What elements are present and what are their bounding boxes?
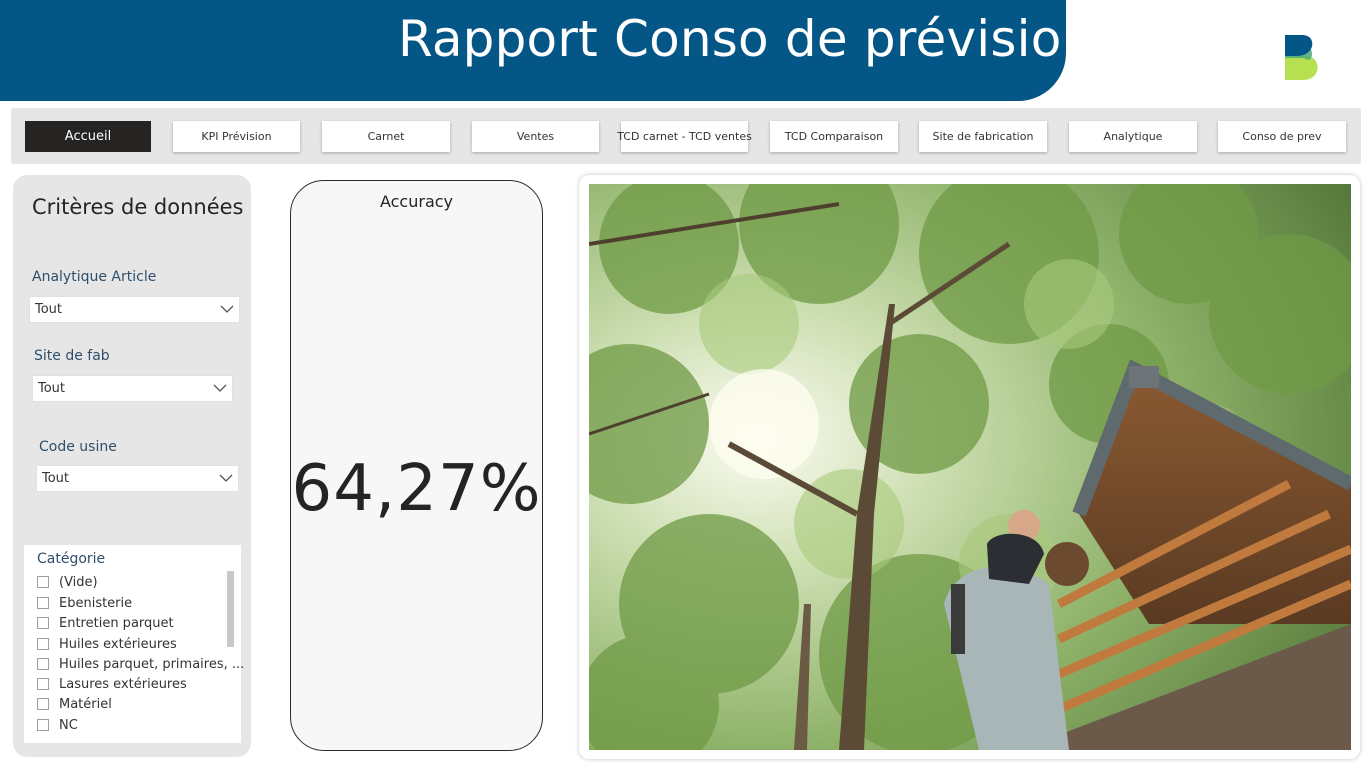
categorie-option[interactable]: Matériel	[37, 695, 112, 713]
categorie-option-label: NC	[59, 717, 78, 733]
code-usine-dropdown[interactable]: Tout	[36, 465, 239, 492]
site-fab-dropdown[interactable]: Tout	[32, 375, 233, 402]
code-usine-value: Tout	[42, 471, 70, 486]
categorie-option-label: (Vide)	[59, 574, 98, 590]
page-title: Rapport Conso de prévision	[398, 10, 1094, 68]
nav-button-accueil[interactable]: Accueil	[25, 121, 151, 152]
categorie-label: Catégorie	[37, 551, 106, 567]
checkbox-icon	[37, 576, 49, 588]
categorie-option[interactable]: Entretien parquet	[37, 614, 174, 632]
code-usine-label: Code usine	[39, 439, 117, 455]
categorie-scrollbar[interactable]	[227, 571, 234, 647]
checkbox-icon	[37, 638, 49, 650]
brand-logo-icon	[1285, 35, 1318, 80]
categorie-option[interactable]: (Vide)	[37, 573, 98, 591]
treehouse-photo	[589, 184, 1351, 750]
nav-button-ventes[interactable]: Ventes	[472, 121, 599, 152]
categorie-option[interactable]: Huiles extérieures	[37, 635, 177, 653]
accuracy-value: 64,27%	[291, 452, 542, 526]
analytique-article-label: Analytique Article	[32, 269, 157, 285]
chevron-down-icon	[213, 384, 227, 392]
nav-button-tcd-carnet-ventes[interactable]: TCD carnet - TCD ventes	[617, 121, 752, 152]
checkbox-icon	[37, 658, 49, 670]
nav-button-analytique[interactable]: Analytique	[1069, 121, 1197, 152]
categorie-option[interactable]: Huiles parquet, primaires, ...	[37, 655, 244, 673]
categorie-option-label: Lasures extérieures	[59, 676, 187, 692]
checkbox-icon	[37, 678, 49, 690]
categorie-option-label: Entretien parquet	[59, 615, 174, 631]
site-fab-value: Tout	[38, 381, 66, 396]
nav-button-site-fabrication[interactable]: Site de fabrication	[919, 121, 1047, 152]
chevron-down-icon	[219, 474, 233, 482]
categorie-option-label: Huiles extérieures	[59, 636, 177, 652]
categorie-option-label: Huiles parquet, primaires, ...	[59, 656, 245, 672]
categorie-option-label: Ebenisterie	[59, 595, 133, 611]
analytique-article-value: Tout	[35, 302, 63, 317]
accuracy-label: Accuracy	[379, 192, 454, 211]
nav-button-kpi-prevision[interactable]: KPI Prévision	[173, 121, 300, 152]
categorie-option[interactable]: NC	[37, 716, 78, 734]
categorie-option[interactable]: Lasures extérieures	[37, 675, 187, 693]
analytique-article-dropdown[interactable]: Tout	[29, 296, 240, 323]
chevron-down-icon	[220, 305, 234, 313]
checkbox-icon	[37, 719, 49, 731]
site-fab-label: Site de fab	[34, 348, 110, 364]
filter-pane-title: Critères de données	[32, 195, 244, 219]
nav-button-tcd-comparaison[interactable]: TCD Comparaison	[770, 121, 898, 152]
checkbox-icon	[37, 698, 49, 710]
categorie-option-label: Matériel	[59, 696, 112, 712]
categorie-option[interactable]: Ebenisterie	[37, 594, 132, 612]
nav-button-carnet[interactable]: Carnet	[322, 121, 450, 152]
checkbox-icon	[37, 617, 49, 629]
checkbox-icon	[37, 597, 49, 609]
nav-button-conso-prev[interactable]: Conso de prev	[1218, 121, 1346, 152]
